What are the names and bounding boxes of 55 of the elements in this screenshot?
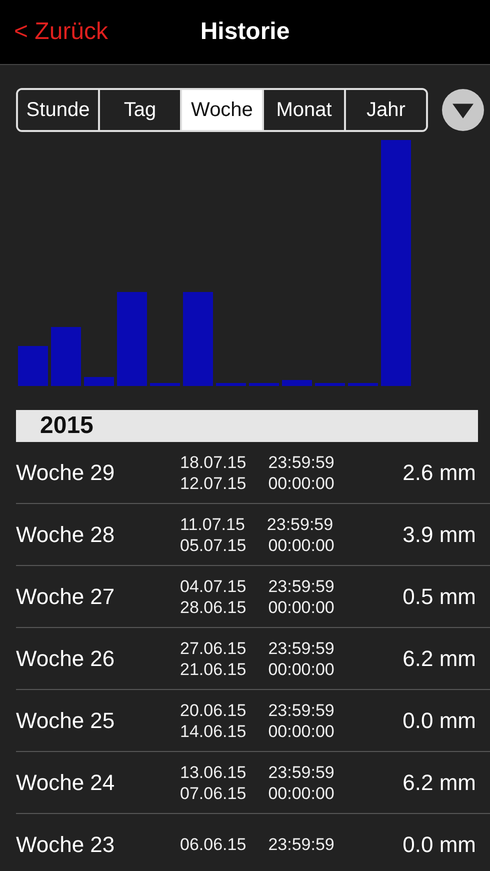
- chart-bar: [150, 383, 180, 386]
- rainfall-value: 0.0 mm: [402, 832, 476, 858]
- screen-title: Historie: [200, 18, 290, 46]
- end-date: 18.07.15: [180, 452, 246, 472]
- chart-bar: [315, 383, 345, 386]
- chart-bar: [348, 383, 378, 386]
- end-date: 06.06.15: [180, 834, 246, 855]
- end-date: 11.07.15: [180, 514, 245, 534]
- start-date: 28.06.15: [180, 596, 246, 618]
- end-time: 23:59:59: [268, 700, 334, 720]
- start-date: 21.06.15: [180, 658, 246, 680]
- chart-bar: [216, 383, 246, 386]
- chart-bar: [51, 327, 81, 386]
- end-date: 20.06.15: [180, 700, 246, 720]
- start-time: 00:00:00: [268, 472, 334, 494]
- back-button[interactable]: < Zurück: [0, 18, 108, 46]
- end-time: 23:59:59: [268, 638, 334, 658]
- end-time: 23:59:59: [266, 514, 334, 534]
- start-time: 00:00:00: [268, 534, 334, 556]
- start-time: 00:00:00: [268, 720, 334, 742]
- year-label: 2015: [40, 412, 94, 440]
- start-date: 14.06.15: [180, 720, 246, 742]
- start-time: 00:00:00: [268, 658, 334, 680]
- week-label: Woche 26: [16, 646, 116, 672]
- rainfall-value: 3.9 mm: [402, 522, 476, 548]
- chart-bar: [282, 380, 312, 386]
- start-time: 00:00:00: [268, 596, 334, 618]
- week-label: Woche 23: [16, 832, 116, 858]
- rainfall-value: 0.0 mm: [402, 708, 476, 734]
- chart-bar: [84, 377, 114, 386]
- end-date: 27.06.15: [180, 638, 246, 658]
- end-date: 13.06.15: [180, 762, 246, 782]
- week-label: Woche 25: [16, 708, 116, 734]
- end-time: 23:59:59: [268, 762, 334, 782]
- rainfall-value: 0.5 mm: [402, 584, 476, 610]
- end-time: 23:59:59: [268, 834, 334, 855]
- end-time: 23:59:59: [268, 576, 334, 596]
- start-time: 00:00:00: [268, 782, 334, 804]
- period-tab[interactable]: Jahr: [344, 90, 426, 130]
- week-label: Woche 28: [16, 522, 116, 548]
- end-time: 23:59:59: [268, 452, 334, 472]
- rainfall-value: 2.6 mm: [402, 460, 476, 486]
- end-date: 04.07.15: [180, 576, 246, 596]
- week-label: Woche 27: [16, 584, 116, 610]
- week-label: Woche 24: [16, 770, 116, 796]
- dropdown-icon[interactable]: [442, 89, 484, 131]
- chart-bar: [18, 346, 48, 386]
- week-label: Woche 29: [16, 460, 116, 486]
- start-date: 12.07.15: [180, 472, 246, 494]
- period-tab[interactable]: Woche: [180, 90, 262, 130]
- rainfall-value: 6.2 mm: [402, 646, 476, 672]
- chart-bar: [249, 383, 279, 386]
- start-date: 05.07.15: [180, 534, 246, 556]
- start-date: 07.06.15: [180, 782, 246, 804]
- rainfall-value: 6.2 mm: [402, 770, 476, 796]
